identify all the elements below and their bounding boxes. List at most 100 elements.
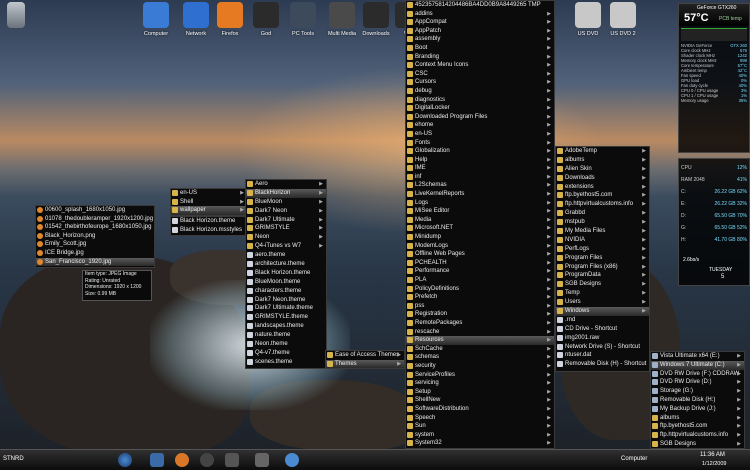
folder-menu-item[interactable]: .rnd: [556, 316, 649, 325]
theme-menu-item[interactable]: nature.theme: [246, 331, 326, 340]
theme-menu-item[interactable]: Q4-iTunes vs W7 ▶: [246, 242, 326, 251]
folder-menu-item[interactable]: Prefetch ▶: [406, 293, 554, 302]
folder-menu-item[interactable]: Boot ▶: [406, 44, 554, 53]
clock-time[interactable]: 11:36 AM: [700, 452, 725, 458]
folder-menu-item[interactable]: AppPatch ▶: [406, 27, 554, 36]
app-taskbar-icon[interactable]: [255, 453, 269, 467]
folder-menu-item[interactable]: addins ▶: [406, 10, 554, 19]
theme-menu-item[interactable]: Dark7 Neon ▶: [246, 207, 326, 216]
folder-menu-item[interactable]: wallpaper ▶: [171, 206, 247, 215]
folder-menu-item[interactable]: LiveKernelReports ▶: [406, 190, 554, 199]
theme-menu-item[interactable]: Neon.theme: [246, 340, 326, 349]
start-label[interactable]: STNRD: [3, 456, 24, 462]
folder-menu-item[interactable]: Performance ▶: [406, 267, 554, 276]
folder-menu-item[interactable]: Resources ▶: [406, 336, 554, 345]
theme-menu-item[interactable]: Q4-v7.theme: [246, 349, 326, 358]
folder-menu-item[interactable]: ehome ▶: [406, 121, 554, 130]
folder-menu-item[interactable]: PLA ▶: [406, 276, 554, 285]
folder-menu-item[interactable]: ModemLogs ▶: [406, 242, 554, 251]
desktop-icon-us-dvd[interactable]: US DVD: [568, 2, 608, 37]
folder-menu-item[interactable]: Cursors ▶: [406, 78, 554, 87]
desktop-icon-computer[interactable]: Computer: [136, 2, 176, 37]
folder-menu-item[interactable]: Registration ▶: [406, 310, 554, 319]
folder-menu-item[interactable]: DigitalLocker ▶: [406, 104, 554, 113]
folder-menu-item[interactable]: schemas ▶: [406, 353, 554, 362]
folder-menu-item[interactable]: Speech ▶: [406, 414, 554, 423]
explorer-taskbar-icon[interactable]: [150, 453, 164, 467]
folder-menu-item[interactable]: CSC ▶: [406, 70, 554, 79]
folder-menu-item[interactable]: Globalization ▶: [406, 147, 554, 156]
folder-menu-item[interactable]: SoftwareDistribution ▶: [406, 405, 554, 414]
desktop-icon-god[interactable]: God: [246, 2, 286, 37]
file-menu-item[interactable]: 01078_thedoubleramper_1920x1200.jpg: [36, 215, 154, 224]
folder-menu-item[interactable]: Network Drive (S) - Shortcut: [556, 343, 649, 352]
media-taskbar-icon[interactable]: [200, 453, 214, 467]
folder-menu-item[interactable]: Program Files (x86) ▶: [556, 263, 649, 272]
folder-menu-item[interactable]: SchCache ▶: [406, 345, 554, 354]
folder-menu-item[interactable]: Fonts ▶: [406, 139, 554, 148]
theme-menu-item[interactable]: Dark7 Ultimate ▶: [246, 216, 326, 225]
folder-menu-item[interactable]: Downloads ▶: [556, 174, 649, 183]
folder-menu-item[interactable]: debug ▶: [406, 87, 554, 96]
folder-menu-item[interactable]: system ▶: [406, 431, 554, 440]
folder-menu-item[interactable]: Grabbd ▶: [556, 209, 649, 218]
theme-menu-item[interactable]: GRIMSTYLE.theme: [246, 313, 326, 322]
folder-menu-item[interactable]: Program Files ▶: [556, 254, 649, 263]
folder-menu-item[interactable]: Themes ▶: [326, 359, 404, 369]
folder-menu-item[interactable]: Shell ▶: [171, 198, 247, 207]
folder-menu-item[interactable]: AppCompat ▶: [406, 18, 554, 27]
folder-menu-item[interactable]: Setup ▶: [406, 388, 554, 397]
folder-menu-item[interactable]: PolicyDefinitions ▶: [406, 285, 554, 294]
folder-menu-item[interactable]: rescache ▶: [406, 328, 554, 337]
file-menu-item[interactable]: Black_Horizon.png: [36, 232, 154, 241]
folder-menu-item[interactable]: Windows ▶: [556, 307, 649, 316]
folder-menu-item[interactable]: servicing ▶: [406, 379, 554, 388]
folder-menu-item[interactable]: My Media Files ▶: [556, 227, 649, 236]
file-menu-item[interactable]: ICE Bridge.jpg: [36, 249, 154, 258]
folder-menu-item[interactable]: Downloaded Program Files ▶: [406, 113, 554, 122]
start-orb-icon[interactable]: [118, 453, 132, 467]
file-menu-item[interactable]: 00600_splash_1680x1050.jpg: [36, 206, 154, 215]
folder-menu-item[interactable]: Alien Skin ▶: [556, 165, 649, 174]
theme-menu-item[interactable]: Neon ▶: [246, 233, 326, 242]
folder-menu-item[interactable]: RemotePackages ▶: [406, 319, 554, 328]
theme-menu-item[interactable]: aero.theme: [246, 251, 326, 260]
folder-menu-item[interactable]: Media ▶: [406, 216, 554, 225]
theme-menu-item[interactable]: architecture.theme: [246, 260, 326, 269]
folder-menu-item[interactable]: Removable Disk (H) - Shortcut: [556, 360, 649, 369]
file-menu-item[interactable]: Emily_Scott.jpg: [36, 240, 154, 249]
folder-menu-item[interactable]: CD Drive - Shortcut: [556, 325, 649, 334]
folder-menu-item[interactable]: ServiceProfiles ▶: [406, 371, 554, 380]
theme-menu-item[interactable]: Dark7 Neon.theme: [246, 296, 326, 305]
folder-menu-item[interactable]: en-US ▶: [406, 130, 554, 139]
folder-menu-item[interactable]: Help ▶: [406, 156, 554, 165]
folder-menu-item[interactable]: extensions ▶: [556, 183, 649, 192]
folder-menu-item[interactable]: PCHEALTH ▶: [406, 259, 554, 268]
folder-menu-item[interactable]: SGB Designs ▶: [556, 280, 649, 289]
folder-menu-item[interactable]: en-US ▶: [171, 189, 247, 198]
theme-menu-item[interactable]: BlueMoon ▶: [246, 198, 326, 207]
desktop-icon-pc-tools[interactable]: PC Tools: [283, 2, 323, 37]
theme-menu-item[interactable]: Aero ▶: [246, 180, 326, 189]
file-menu-item[interactable]: San_Francisco_1920.jpg: [36, 257, 154, 267]
folder-menu-item[interactable]: Branding ▶: [406, 53, 554, 62]
theme-menu-item[interactable]: characters.theme: [246, 287, 326, 296]
folder-menu-item[interactable]: 4523575814204486BA4DD0B9A8449265 TMP: [406, 1, 554, 10]
folder-menu-item[interactable]: Logs ▶: [406, 199, 554, 208]
folder-menu-item[interactable]: security ▶: [406, 362, 554, 371]
folder-menu-item[interactable]: IME ▶: [406, 164, 554, 173]
theme-menu-item[interactable]: GRIMSTYLE ▶: [246, 224, 326, 233]
folder-menu-item[interactable]: Minidump ▶: [406, 233, 554, 242]
folder-menu-item[interactable]: diagnostics ▶: [406, 96, 554, 105]
folder-menu-item[interactable]: mstpub ▶: [556, 218, 649, 227]
file-menu-item[interactable]: Black Horizon.theme: [171, 217, 247, 226]
folder-menu-item[interactable]: ftp.byethost5.com ▶: [556, 191, 649, 200]
file-menu-item[interactable]: 01542_thebirthofeurope_1680x1050.jpg: [36, 223, 154, 232]
folder-menu-item[interactable]: assembly ▶: [406, 35, 554, 44]
desktop-icon-recycle-bin[interactable]: [2, 2, 30, 28]
computer-label[interactable]: Computer: [621, 456, 647, 462]
folder-menu-item[interactable]: img2001.raw: [556, 334, 649, 343]
desktop-icon-firefox[interactable]: Firefox: [210, 2, 250, 37]
theme-menu-item[interactable]: scenes.theme: [246, 358, 326, 367]
folder-menu-item[interactable]: NVIDIA ▶: [556, 236, 649, 245]
